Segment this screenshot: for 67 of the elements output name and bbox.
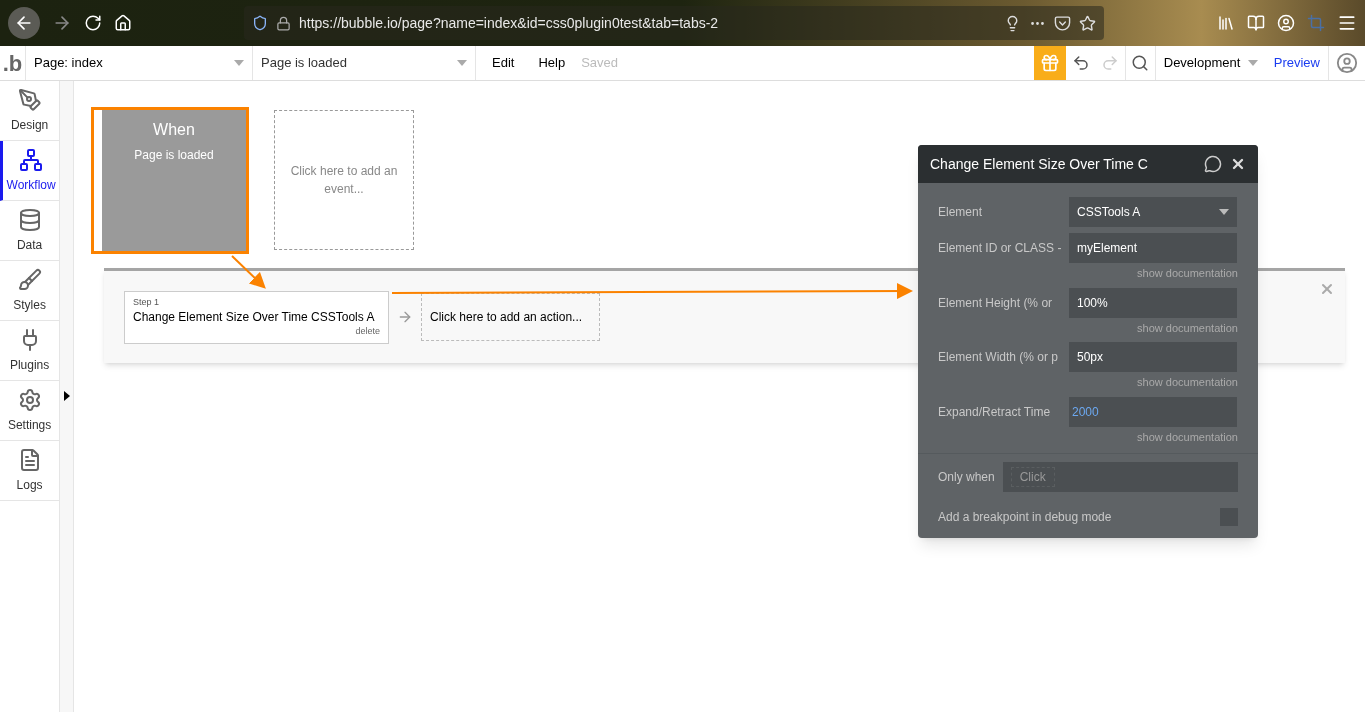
mode-dropdown[interactable]: Development — [1155, 46, 1266, 80]
sidebar-tab[interactable]: Plugins — [0, 321, 60, 381]
condition-placeholder: Click — [1010, 467, 1055, 487]
add-action-box[interactable]: Click here to add an action... — [421, 293, 600, 341]
event-subtitle: Page is loaded — [134, 147, 214, 164]
input-field[interactable]: 50px — [1069, 342, 1237, 372]
avatar-icon[interactable] — [1336, 52, 1358, 74]
element-dropdown[interactable]: CSSTools A — [1069, 197, 1237, 227]
input-field[interactable]: 100% — [1069, 287, 1237, 318]
sitemap-icon — [19, 147, 44, 172]
event-title: When — [153, 120, 195, 140]
sidebar-tab[interactable]: Design — [0, 81, 60, 141]
field-label: Element ID or CLASS - — [938, 240, 1063, 257]
field-label: Element Width (% or p — [938, 349, 1060, 366]
library-icon[interactable] — [1217, 14, 1235, 32]
address-bar[interactable]: https://bubble.io/page?name=index&id=css0plugin0test&tab=tabs-2 — [244, 6, 1104, 40]
url-text: https://bubble.io/page?name=index&id=css0plugin0test&tab=tabs-2 — [299, 13, 719, 33]
editor-title: Change Element Size Over Time C — [930, 154, 1149, 174]
bubble-logo[interactable]: .b — [0, 46, 25, 80]
menu-item[interactable]: Help — [538, 53, 566, 73]
preview-link[interactable]: Preview — [1265, 46, 1329, 80]
reload-icon[interactable] — [84, 14, 102, 32]
save-status: Saved — [581, 54, 619, 73]
reader-icon[interactable] — [1247, 14, 1265, 32]
gift-icon — [1039, 53, 1060, 73]
expand-caret-icon[interactable] — [63, 391, 70, 401]
account-icon[interactable] — [1277, 14, 1295, 32]
arrow-icon — [397, 309, 413, 325]
close-icon[interactable] — [1230, 156, 1246, 172]
home-icon[interactable] — [114, 14, 132, 32]
delete-link[interactable]: delete — [355, 325, 380, 339]
sidebar-tab[interactable]: Styles — [0, 261, 60, 321]
search-icon — [1131, 54, 1150, 72]
breakpoint-label: Add a breakpoint in debug mode — [938, 509, 1112, 526]
pocket-icon[interactable] — [1054, 14, 1071, 32]
undo-icon — [1071, 54, 1090, 72]
menu-icon[interactable] — [1337, 13, 1357, 33]
database-icon — [17, 207, 42, 232]
lock-icon — [276, 15, 291, 31]
event-dropdown[interactable]: Page is loaded — [253, 46, 476, 80]
gear-icon — [17, 387, 42, 412]
action-step-card[interactable]: Step 1 Change Element Size Over Time CSSTools A delete — [124, 290, 389, 344]
field-label: Element Height (% or — [938, 294, 1054, 312]
sidebar-tab[interactable]: Logs — [0, 441, 60, 501]
caret-icon — [457, 60, 467, 66]
sidebar-tab[interactable]: Data — [0, 201, 60, 261]
pen-icon — [17, 87, 42, 112]
add-event-box[interactable]: Click here to add an event... — [274, 110, 414, 250]
brush-icon — [17, 267, 42, 292]
input-field[interactable]: myElement — [1069, 233, 1237, 263]
caret-icon — [1247, 60, 1258, 66]
back-button[interactable] — [8, 7, 40, 39]
comment-icon[interactable] — [1204, 155, 1222, 173]
menu-item[interactable]: Edit — [492, 53, 515, 73]
connector-arrow — [231, 255, 266, 289]
shield-icon — [252, 15, 268, 31]
page-dropdown[interactable]: Page: index — [25, 46, 253, 80]
step-label: Step 1 — [133, 295, 161, 309]
redo-icon — [1101, 54, 1120, 72]
step-title: Change Element Size Over Time CSSTools A — [133, 309, 376, 325]
field-label: Element — [938, 204, 984, 221]
condition-label: Only when — [938, 469, 995, 486]
field-label: Expand/Retract Time — [938, 403, 1052, 421]
star-icon[interactable] — [1079, 14, 1096, 32]
caret-icon — [234, 60, 244, 66]
sidebar-tab[interactable]: Settings — [0, 381, 60, 441]
caret-icon — [1219, 209, 1229, 215]
